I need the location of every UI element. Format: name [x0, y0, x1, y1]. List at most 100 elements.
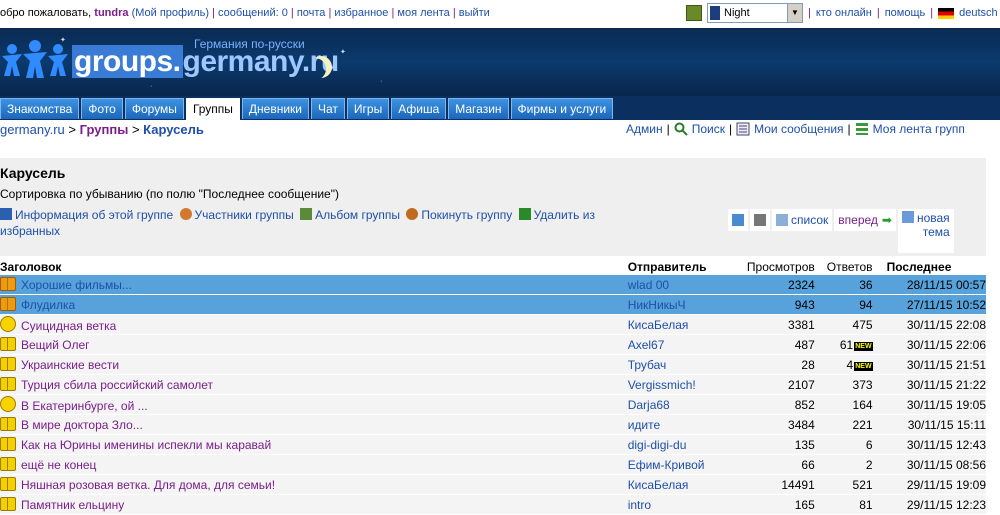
header-sender[interactable]: Отправитель — [628, 259, 733, 275]
username[interactable]: tundra — [94, 7, 128, 19]
thread-title-link[interactable]: Украинские вести — [21, 358, 119, 372]
messages-icon[interactable] — [736, 122, 750, 136]
tab-photo[interactable]: Фото — [81, 98, 123, 119]
search-icon[interactable] — [674, 122, 688, 136]
header-views[interactable]: Просмотров — [733, 259, 819, 275]
breadcrumb-current[interactable]: Карусель — [143, 122, 204, 137]
my-feed-link[interactable]: моя лента — [397, 7, 449, 19]
breadcrumb-root[interactable]: germany.ru — [0, 122, 65, 137]
thread-sender[interactable]: intro — [627, 494, 734, 515]
header-last[interactable]: Последнее — [881, 259, 986, 275]
chevron-down-icon[interactable]: ▼ — [787, 4, 802, 22]
thread-last-post[interactable]: 30/11/15 22:06 — [880, 334, 986, 355]
thread-last-post[interactable]: 29/11/15 19:09 — [880, 474, 986, 495]
header-replies[interactable]: Ответов — [819, 259, 881, 275]
thread-last-post[interactable]: 30/11/15 15:11 — [880, 414, 986, 435]
tab-dating[interactable]: Знакомства — [0, 98, 80, 119]
print-button[interactable] — [750, 209, 770, 231]
tab-games[interactable]: Игры — [346, 98, 390, 119]
thread-sender[interactable]: Ефим-Кривой — [627, 454, 734, 475]
feed-list-icon[interactable] — [855, 122, 869, 136]
thread-last-post[interactable]: 28/11/15 00:57 — [880, 275, 986, 295]
thread-title-link[interactable]: ещё не конец — [21, 458, 96, 472]
group-feed-link[interactable]: Моя лента групп — [873, 122, 965, 136]
logout-link[interactable]: выйти — [459, 7, 490, 19]
thread-sender[interactable]: КисаБелая — [627, 474, 734, 495]
thread-title-link[interactable]: В мире доктора Зло... — [21, 418, 143, 432]
table-row[interactable]: Как на Юрины именины испекли мы каравай d… — [0, 434, 986, 455]
thread-sender[interactable]: КисаБелая — [627, 314, 734, 335]
thread-sender[interactable]: Vergissmich! — [627, 374, 734, 395]
thread-sender[interactable]: wlad 00 — [627, 275, 734, 295]
tab-shop[interactable]: Магазин — [448, 98, 509, 119]
thread-sender[interactable]: Трубач — [627, 354, 734, 375]
thread-sender[interactable]: НикНикыЧ — [627, 294, 734, 315]
thread-last-post[interactable]: 27/11/15 10:52 — [880, 294, 986, 315]
site-logo[interactable]: groups.germany.ru — [72, 45, 339, 79]
subscribe-button[interactable] — [728, 209, 748, 231]
leave-group-link[interactable]: Покинуть группу — [421, 208, 512, 222]
group-info-link[interactable]: Информация об этой группе — [15, 208, 173, 222]
table-row[interactable]: Суицидная ветка КисаБелая 3381 475 30/11/15 … — [0, 314, 986, 335]
table-row[interactable]: Вещий Олег Axel67 487 61 NEW 30/11/15 22:06 — [0, 334, 986, 355]
language-link[interactable]: deutsch — [959, 7, 998, 19]
tab-companies[interactable]: Фирмы и услуги — [510, 98, 614, 119]
thread-title-link[interactable]: Флудилка — [21, 298, 75, 312]
thread-last-post[interactable]: 30/11/15 21:22 — [880, 374, 986, 395]
table-row[interactable]: Украинские вести Трубач 28 4 NEW 30/11/15 21:… — [0, 354, 986, 375]
header-title[interactable]: Заголовок — [0, 259, 628, 275]
thread-title-link[interactable]: Как на Юрины именины испекли мы каравай — [21, 438, 271, 452]
thread-sender[interactable]: идите — [627, 414, 734, 435]
thread-title-link[interactable]: Памятник ельцину — [21, 498, 124, 512]
mail-link[interactable]: почта — [297, 7, 326, 19]
thread-title-link[interactable]: В Екатеринбурге, ой ... — [21, 399, 148, 413]
people-logo-icon[interactable] — [2, 40, 68, 80]
thread-last-post[interactable]: 30/11/15 12:43 — [880, 434, 986, 455]
thread-replies-cell: 61 NEW — [818, 334, 881, 355]
tab-groups[interactable]: Группы — [185, 98, 240, 121]
thread-last-post[interactable]: 30/11/15 08:56 — [880, 454, 986, 475]
table-row[interactable]: Няшная розовая ветка. Для дома, для семь… — [0, 474, 986, 495]
thread-title-link[interactable]: Хорошие фильмы... — [21, 278, 132, 292]
thread-last-post[interactable]: 30/11/15 19:05 — [880, 394, 986, 415]
thread-title-link[interactable]: Турция сбила российский самолет — [21, 378, 213, 392]
table-row[interactable]: Памятник ельцину intro 165 81 29/11/15 12:23 — [0, 494, 986, 515]
new-topic-button[interactable]: новая тема — [897, 209, 954, 253]
thread-title-link[interactable]: Суицидная ветка — [21, 319, 116, 333]
admin-link[interactable]: Админ — [626, 122, 663, 136]
thread-sender[interactable]: Darja68 — [627, 394, 734, 415]
thread-title-link[interactable]: Няшная розовая ветка. Для дома, для семь… — [21, 478, 275, 492]
separator: | — [876, 7, 880, 19]
thread-last-post[interactable]: 30/11/15 22:08 — [880, 314, 986, 335]
tab-chat[interactable]: Чат — [311, 98, 345, 119]
thread-last-post[interactable]: 29/11/15 12:23 — [880, 494, 986, 515]
thread-last-post[interactable]: 30/11/15 21:51 — [880, 354, 986, 375]
skin-select[interactable]: Night ▼ — [707, 3, 803, 23]
tab-forums[interactable]: Форумы — [124, 98, 184, 119]
table-row[interactable]: ещё не конец Ефим-Кривой 66 2 30/11/15 08:56 — [0, 454, 986, 475]
table-row[interactable]: Флудилка НикНикыЧ 943 94 27/11/15 10:52 — [0, 294, 986, 315]
who-online-link[interactable]: кто онлайн — [816, 7, 872, 19]
breadcrumb-groups[interactable]: Группы — [80, 122, 129, 137]
list-view-button[interactable]: список — [772, 209, 833, 231]
my-messages-link[interactable]: Мои сообщения — [754, 122, 843, 136]
table-row[interactable]: Турция сбила российский самолет Vergissmi… — [0, 374, 986, 395]
tab-poster[interactable]: Афиша — [391, 98, 447, 119]
thread-sender[interactable]: Axel67 — [627, 334, 734, 355]
thread-sender[interactable]: digi-digi-du — [627, 434, 734, 455]
my-profile-link[interactable]: (Мой профиль) — [132, 7, 209, 19]
forward-button[interactable]: вперед ➡ — [834, 209, 896, 231]
skin-icon[interactable] — [686, 5, 702, 21]
group-album-link[interactable]: Альбом группы — [315, 208, 400, 222]
star-icon: ✦ — [60, 37, 66, 44]
table-row[interactable]: В Екатеринбурге, ой ... Darja68 852 164 30/1… — [0, 394, 986, 415]
messages-link[interactable]: сообщений: 0 — [218, 7, 288, 19]
tab-diaries[interactable]: Дневники — [241, 98, 310, 119]
table-row[interactable]: В мире доктора Зло... идите 3484 221 30/11/1… — [0, 414, 986, 435]
help-link[interactable]: помощь — [885, 7, 926, 19]
group-members-link[interactable]: Участники группы — [195, 208, 294, 222]
thread-title-link[interactable]: Вещий Олег — [21, 338, 90, 352]
favorites-link[interactable]: избранное — [334, 7, 388, 19]
search-link[interactable]: Поиск — [692, 122, 725, 136]
table-row[interactable]: Хорошие фильмы... wlad 00 2324 36 28/11/15 0… — [0, 275, 986, 295]
